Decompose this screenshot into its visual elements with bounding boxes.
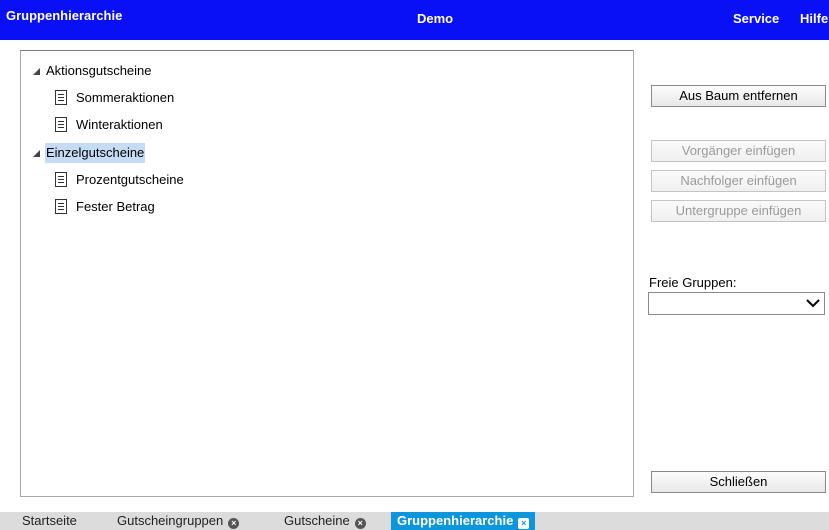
tree-group-label: Einzelgutscheine [45,143,146,163]
expand-caret-icon[interactable] [33,68,40,75]
close-tab-icon[interactable]: × [228,518,240,529]
close-tab-icon[interactable]: × [518,518,530,529]
help-menu[interactable]: Hilfe [800,11,828,26]
header-bar: Gruppenhierarchie Demo Service Hilfe [0,0,829,40]
tab-gutscheingruppen[interactable]: Gutscheingruppen × [111,512,245,530]
document-icon [55,117,67,132]
tab-label: Gutscheingruppen [117,513,224,528]
close-button[interactable]: Schließen [651,471,826,493]
tab-bar: Startseite Gutscheingruppen × Gutscheine ×… [0,512,829,530]
remove-from-tree-button[interactable]: Aus Baum entfernen [651,85,826,107]
tab-label: Gruppenhierarchie [397,513,514,528]
insert-subgroup-button[interactable]: Untergruppe einfügen [651,200,826,222]
close-tab-icon[interactable]: × [354,518,366,529]
tab-gruppenhierarchie[interactable]: Gruppenhierarchie × [391,512,536,530]
page-title: Gruppenhierarchie [6,8,123,23]
tree-item-label: Winteraktionen [76,117,163,132]
tab-label: Gutscheine [284,513,350,528]
group-tree[interactable]: Aktionsgutscheine Sommeraktionen Wintera… [20,50,634,497]
insert-predecessor-button[interactable]: Vorgänger einfügen [651,140,826,162]
tree-item-label: Sommeraktionen [76,90,175,105]
free-groups-label: Freie Gruppen: [649,275,737,290]
service-menu[interactable]: Service [733,11,779,26]
client-name: Demo [417,11,454,26]
tree-item-label: Fester Betrag [76,199,155,214]
tab-startseite[interactable]: Startseite [16,512,83,530]
document-icon [55,90,67,105]
chevron-down-icon [806,299,820,308]
tree-group-label: Aktionsgutscheine [46,63,152,78]
tree-item-label: Prozentgutscheine [76,172,184,187]
document-icon [55,199,67,214]
free-groups-select[interactable] [648,292,825,315]
tab-label: Startseite [22,513,77,528]
tab-gutscheine[interactable]: Gutscheine × [278,512,372,530]
insert-successor-button[interactable]: Nachfolger einfügen [651,170,826,192]
expand-caret-icon[interactable] [33,150,40,157]
document-icon [55,172,67,187]
